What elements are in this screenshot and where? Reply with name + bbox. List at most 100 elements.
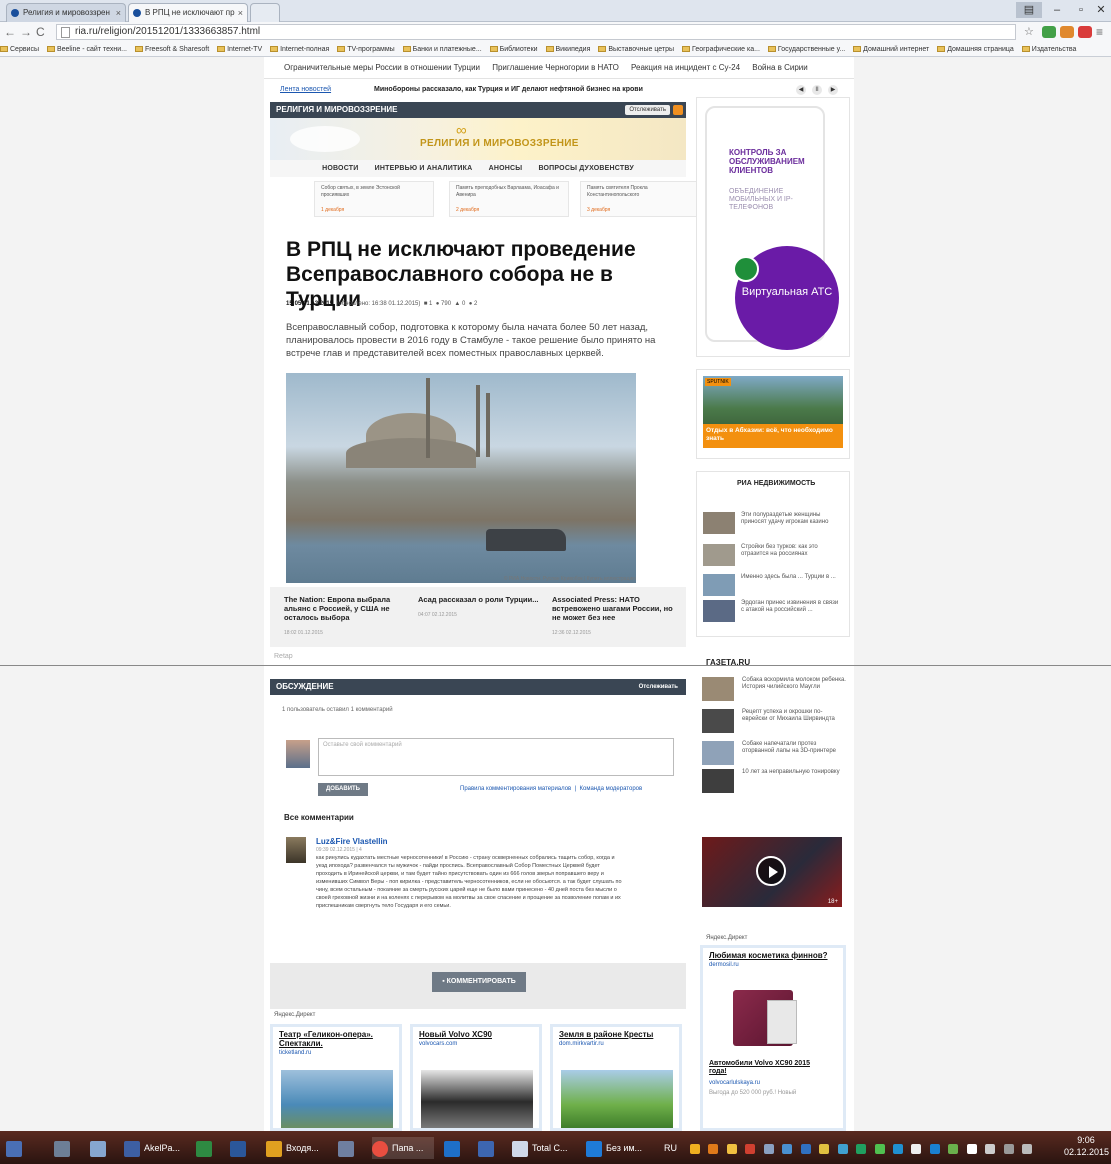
tray-icon[interactable] xyxy=(837,1144,848,1154)
rules-link[interactable]: Правила комментирования материалов xyxy=(460,786,571,792)
volume-icon[interactable] xyxy=(1003,1144,1014,1154)
subnav-interviews[interactable]: ИНТЕРВЬЮ И АНАЛИТИКА xyxy=(375,165,473,172)
like-icon[interactable]: ▲ xyxy=(454,301,460,307)
search-icon[interactable] xyxy=(54,1137,74,1159)
play-icon[interactable] xyxy=(756,856,786,886)
tray-icon[interactable] xyxy=(800,1144,811,1154)
tray-icon[interactable] xyxy=(874,1144,885,1154)
tray-icon[interactable] xyxy=(856,1144,867,1154)
news-item[interactable]: Именно здесь была ... Турции в ... xyxy=(703,574,843,598)
feature-card[interactable]: Память святителя Прокла Константинопольс… xyxy=(580,181,700,217)
ad-card[interactable]: Театр «Геликон-опера». Спектакли. ticket… xyxy=(270,1024,402,1131)
related-article[interactable]: Асад рассказал о роли Турции... 04:07 02… xyxy=(418,595,548,620)
tray-icon[interactable] xyxy=(819,1144,830,1154)
subnav-questions[interactable]: ВОПРОСЫ ДУХОВЕНСТВУ xyxy=(538,165,633,172)
address-bar[interactable]: ria.ru/religion/20151201/1333663857.html xyxy=(56,24,1016,40)
tray-icon[interactable] xyxy=(948,1144,959,1154)
ticker-pause-icon[interactable]: II xyxy=(812,85,822,95)
tray-icon[interactable] xyxy=(892,1144,903,1154)
news-item[interactable]: 10 лет за неправильную тонировку xyxy=(702,769,848,795)
start-button[interactable] xyxy=(6,1137,34,1159)
ria-logo[interactable]: РИА НЕДВИЖИМОСТЬ xyxy=(737,480,815,487)
share-icon[interactable]: ● xyxy=(469,301,473,307)
related-article[interactable]: Associated Press: НАТО встревожено шагам… xyxy=(552,595,682,638)
moderators-link[interactable]: Команда модераторов xyxy=(579,786,642,792)
bookmark-item[interactable]: Выставочные цетры xyxy=(598,42,674,56)
follow-button[interactable]: Отслеживать xyxy=(625,105,670,115)
tab-religion[interactable]: Религия и мировоззрен × xyxy=(6,3,126,22)
add-comment-button[interactable]: ДОБАВИТЬ xyxy=(318,783,368,796)
rss-icon[interactable] xyxy=(673,105,683,115)
taskbar-app[interactable] xyxy=(90,1137,110,1159)
ad-card[interactable]: Любимая косметика финнов? dermosil.ru Ав… xyxy=(700,945,846,1131)
news-item[interactable]: Собаке напечатали протез оторванной лапы… xyxy=(702,741,848,767)
taskbar-app[interactable] xyxy=(196,1137,216,1159)
taskbar-app[interactable] xyxy=(230,1137,250,1159)
tray-icon[interactable] xyxy=(985,1144,996,1154)
close-tab-icon[interactable]: × xyxy=(116,4,121,22)
topnav-link[interactable]: Реакция на инцидент с Су-24 xyxy=(631,63,740,72)
news-item[interactable]: Стройки без турков: как это отразится на… xyxy=(703,544,843,568)
bookmark-item[interactable]: Издательства xyxy=(1021,42,1076,56)
subnav-announcements[interactable]: АНОНСЫ xyxy=(489,165,523,172)
ad-card[interactable]: Новый Volvo XC90 volvocars.com xyxy=(410,1024,542,1131)
bookmark-item[interactable]: Internet-полная xyxy=(270,42,329,56)
minimize-button[interactable]: – xyxy=(1044,2,1070,18)
telephony-ad[interactable]: КОНТРОЛЬ ЗА ОБСЛУЖИВАНИЕМ КЛИЕНТОВ ОБЪЕД… xyxy=(696,97,850,357)
clock[interactable]: 9:06 02.12.2015 xyxy=(1064,1134,1109,1158)
bookmark-item[interactable]: Beeline - сайт техни... xyxy=(46,42,127,56)
news-item[interactable]: Эрдоган принес извинения в связи с атако… xyxy=(703,600,843,624)
taskbar-app[interactable]: AkelPa... xyxy=(124,1137,184,1159)
forward-icon[interactable]: → xyxy=(20,25,32,39)
article-photo[interactable] xyxy=(286,373,636,583)
discussion-follow[interactable]: Отслеживать xyxy=(639,679,678,695)
ad-card[interactable]: Земля в районе Кресты dom.mirkvartir.ru xyxy=(550,1024,682,1131)
comment-count[interactable]: 1 xyxy=(429,301,432,307)
bookmark-item[interactable]: Internet-TV xyxy=(217,42,262,56)
taskbar-app-chrome[interactable]: Папа ... xyxy=(372,1137,434,1159)
comment-count-icon[interactable]: ■ xyxy=(424,301,428,307)
news-item[interactable]: Собака вскормила молоком ребенка. Истори… xyxy=(702,677,848,703)
close-tab-icon[interactable]: × xyxy=(238,4,243,22)
topnav-link[interactable]: Приглашение Черногории в НАТО xyxy=(492,63,619,72)
news-item[interactable]: Рецепт успеха и окрошки по-еврейски от М… xyxy=(702,709,848,735)
tray-icon[interactable] xyxy=(708,1144,719,1154)
extension-icon[interactable] xyxy=(1078,26,1092,38)
feature-card[interactable]: Память преподобных Варлаама, Иоасафа и А… xyxy=(449,181,569,217)
tab-article[interactable]: В РПЦ не исключают пр × xyxy=(128,3,248,22)
bookmark-item[interactable]: Домашний интернет xyxy=(853,42,929,56)
taskbar-app[interactable]: Входя... xyxy=(266,1137,328,1159)
taskbar-app[interactable] xyxy=(338,1137,358,1159)
photo-caption[interactable]: © РИА Новости. Руслан Кривобок | Купить … xyxy=(286,576,636,582)
related-article[interactable]: The Nation: Европа выбрала альянс с Росс… xyxy=(284,595,414,638)
close-window-button[interactable]: ✕ xyxy=(1088,2,1111,18)
ticker-prev-icon[interactable]: ◀ xyxy=(796,85,806,95)
bookmark-item[interactable]: Географические ка... xyxy=(682,42,760,56)
bookmark-item[interactable]: Freesoft & Sharesoft xyxy=(134,42,209,56)
video-player[interactable]: 18+ xyxy=(702,837,842,907)
bookmark-item[interactable]: Домашняя страница xyxy=(937,42,1014,56)
bookmark-item[interactable]: Государственные у... xyxy=(767,42,845,56)
taskbar-app[interactable]: Total C... xyxy=(512,1137,576,1159)
ticker-headline[interactable]: Минобороны рассказало, как Турция и ИГ д… xyxy=(374,81,643,99)
comment-button[interactable]: ▪ КОММЕНТИРОВАТЬ xyxy=(432,972,526,992)
extension-icon[interactable] xyxy=(1042,26,1056,38)
tray-icon[interactable] xyxy=(763,1144,774,1154)
menu-icon[interactable]: ≡ xyxy=(1096,25,1103,39)
subnav-news[interactable]: НОВОСТИ xyxy=(322,165,358,172)
bookmark-item[interactable]: Википедия xyxy=(545,42,590,56)
extension-icon[interactable] xyxy=(1060,26,1074,38)
reload-icon[interactable]: C xyxy=(36,25,45,39)
tray-icon[interactable] xyxy=(782,1144,793,1154)
taskbar-app[interactable] xyxy=(478,1137,498,1159)
ticker-next-icon[interactable]: ▶ xyxy=(828,85,838,95)
tray-icon[interactable] xyxy=(690,1144,700,1154)
tray-icon[interactable] xyxy=(966,1144,977,1154)
feature-card[interactable]: Собор святых, в земле Эстонской просиявш… xyxy=(314,181,434,217)
topnav-link[interactable]: Война в Сирии xyxy=(752,63,807,72)
taskbar-app[interactable] xyxy=(444,1137,464,1159)
tray-icon[interactable] xyxy=(911,1144,922,1154)
ticker-label[interactable]: Лента новостей xyxy=(280,81,331,99)
bookmark-star-icon[interactable]: ☆ xyxy=(1024,25,1034,39)
news-item[interactable]: Эти полураздетые женщины приносят удачу … xyxy=(703,512,843,536)
